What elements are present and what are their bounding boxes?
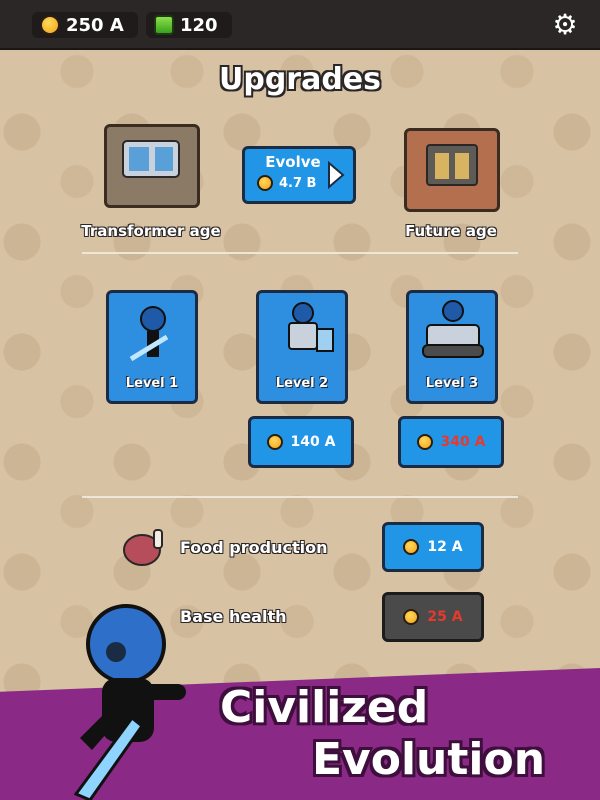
coin-icon: [403, 609, 420, 625]
coin-counter: 250 A: [32, 12, 138, 38]
level-card-2[interactable]: Level 2: [256, 290, 348, 404]
promo-line-1: Civilized: [220, 682, 429, 733]
level-2-buy-button[interactable]: 140 A: [248, 416, 354, 468]
food-production-button[interactable]: 12 A: [382, 522, 484, 572]
next-age-tile: [404, 128, 500, 212]
meat-icon: [123, 529, 163, 566]
gem-amount: 120: [180, 14, 218, 36]
armored-robot-icon: [288, 302, 334, 352]
price-text: 340 A: [440, 434, 486, 450]
hero-character-icon: [73, 604, 186, 800]
gem-icon: [154, 15, 174, 35]
next-age-label: Future age: [405, 222, 497, 240]
base-building-icon: [122, 140, 180, 178]
coin-icon: [257, 175, 273, 191]
gear-icon[interactable]: ⚙: [550, 10, 580, 40]
gem-counter: 120: [146, 12, 232, 38]
evolve-label: Evolve: [265, 153, 321, 171]
current-age-tile: [104, 124, 200, 208]
arrow-right-icon: [328, 161, 345, 189]
level-card-1[interactable]: Level 1: [106, 290, 198, 404]
evolve-cost: 4.7 B: [257, 175, 316, 191]
coin-icon: [403, 539, 420, 555]
page-title: Upgrades: [218, 62, 382, 97]
evolve-button[interactable]: Evolve 4.7 B: [242, 146, 356, 204]
coin-icon: [40, 15, 60, 35]
level-label: Level 1: [125, 376, 179, 391]
price-text: 25 A: [427, 609, 463, 625]
food-production-label: Food production: [180, 538, 328, 557]
promo-line-2: Evolution: [312, 734, 546, 785]
evolve-cost-value: 4.7 B: [279, 175, 317, 191]
price-text: 12 A: [427, 539, 463, 555]
current-age-label: Transformer age: [81, 222, 221, 240]
level-3-buy-button[interactable]: 340 A: [398, 416, 504, 468]
tank-robot-icon: [422, 300, 484, 358]
coin-icon: [266, 434, 283, 450]
coin-icon: [416, 434, 433, 450]
stickman-sword-icon: [129, 306, 169, 362]
level-label: Level 2: [275, 376, 329, 391]
future-building-icon: [426, 144, 478, 186]
price-text: 140 A: [290, 434, 336, 450]
section-divider: [82, 496, 518, 498]
base-health-button[interactable]: 25 A: [382, 592, 484, 642]
coin-amount: 250 A: [66, 14, 124, 36]
top-bar: 250 A 120 ⚙: [0, 0, 600, 50]
level-label: Level 3: [425, 376, 479, 391]
section-divider: [82, 252, 518, 254]
level-card-3[interactable]: Level 3: [406, 290, 498, 404]
